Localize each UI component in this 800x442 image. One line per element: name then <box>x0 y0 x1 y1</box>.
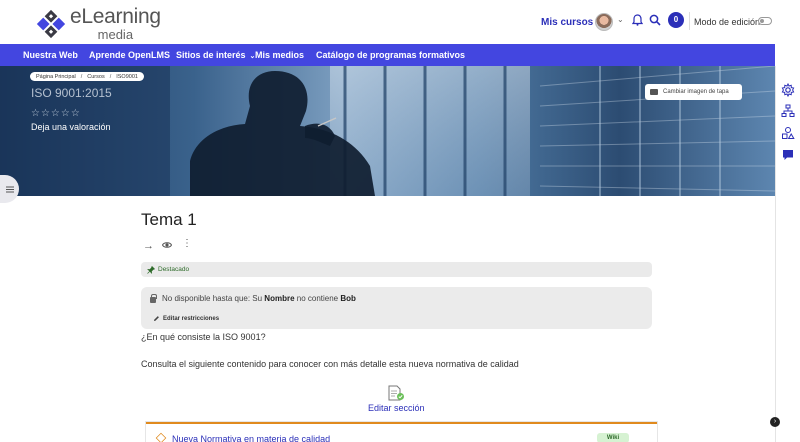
edit-mode-label: Modo de edición <box>694 17 761 27</box>
edit-restrictions-link[interactable]: Editar restricciones <box>153 315 219 322</box>
nav-item-mis-medios[interactable]: Mis medios <box>255 50 304 60</box>
page: eLearning media Mis cursos ⌄ 0 Modo de e… <box>0 0 800 442</box>
rate-course-link[interactable]: Deja una valoración <box>31 122 111 132</box>
shapes-icon[interactable] <box>781 126 795 140</box>
restriction-message: No disponible hasta que: Su Nombre no co… <box>162 294 356 303</box>
nav-item-catalogo[interactable]: Catálogo de programas formativos <box>316 50 465 60</box>
activity-title[interactable]: Nueva Normativa en materia de calidad <box>172 434 330 442</box>
breadcrumb-separator: / <box>109 73 112 80</box>
edit-restrictions-label: Editar restricciones <box>163 315 220 322</box>
lock-icon <box>150 293 157 303</box>
activity-type-badge: Wiki <box>597 433 629 442</box>
section-paragraph: Consulta el siguiente contenido para con… <box>141 359 519 369</box>
chevron-down-icon[interactable]: ⌄ <box>617 15 624 24</box>
breadcrumb: Página Principal / Cursos / ISO9001 <box>30 72 144 81</box>
edit-mode-toggle[interactable] <box>758 17 772 25</box>
pencil-icon <box>154 316 159 321</box>
breadcrumb-item[interactable]: Página Principal <box>36 74 76 80</box>
logo-sub-text: media <box>97 27 134 42</box>
featured-badge: Destacado <box>141 262 652 277</box>
my-courses-link[interactable]: Mis cursos <box>541 17 593 28</box>
wiki-icon <box>155 432 167 442</box>
eye-icon[interactable] <box>162 241 172 249</box>
nav-item-aprende-openlms[interactable]: Aprende OpenLMS <box>89 50 170 60</box>
course-header: Página Principal / Cursos / ISO9001 ISO … <box>0 66 775 196</box>
restriction-text: No disponible hasta que: Su Nombre no co… <box>150 293 356 303</box>
restriction-field: Nombre <box>264 294 295 303</box>
elearning-logo-icon <box>36 9 66 38</box>
breadcrumb-item[interactable]: ISO9001 <box>116 74 138 80</box>
edit-section-link[interactable]: Editar sección <box>368 403 425 413</box>
rating-stars: ☆☆☆☆☆ <box>31 108 81 119</box>
sitemap-icon[interactable] <box>781 104 795 118</box>
gear-icon[interactable] <box>781 83 795 97</box>
restriction-value: Bob <box>340 294 356 303</box>
list-icon <box>5 188 14 190</box>
more-options-icon[interactable]: ⋮ <box>182 239 192 249</box>
main-nav: Nuestra Web Aprende OpenLMS Sitios de in… <box>0 44 775 66</box>
restriction-prefix: No disponible hasta que: Su <box>162 294 265 303</box>
right-dock <box>775 66 800 442</box>
site-logo[interactable]: eLearning media <box>36 6 161 41</box>
breadcrumb-separator: / <box>80 73 83 80</box>
avatar[interactable] <box>595 13 613 31</box>
pin-icon <box>147 265 155 274</box>
camera-icon <box>650 89 658 95</box>
restriction-middle: no contiene <box>294 294 341 303</box>
change-cover-label: Cambiar imagen de tapa <box>663 89 729 95</box>
top-bar: eLearning media Mis cursos ⌄ 0 Modo de e… <box>0 0 800 44</box>
nav-item-nuestra-web[interactable]: Nuestra Web <box>23 50 78 60</box>
activity-card[interactable]: Nueva Normativa en materia de calidad Wi… <box>146 422 657 442</box>
featured-label: Destacado <box>158 266 190 273</box>
breadcrumb-item[interactable]: Cursos <box>87 74 104 80</box>
bell-icon[interactable] <box>632 14 643 26</box>
arrow-right-icon[interactable]: → <box>143 240 154 252</box>
restriction-box: No disponible hasta que: Su Nombre no co… <box>141 287 652 329</box>
divider <box>689 12 690 30</box>
messages-badge[interactable]: 0 <box>668 12 684 28</box>
dock-top <box>775 44 800 66</box>
nav-item-label: Sitios de interés <box>176 50 246 60</box>
logo-main-text: eLearning <box>70 5 161 28</box>
section-title: Tema 1 <box>141 210 197 229</box>
change-cover-button[interactable]: Cambiar imagen de tapa <box>645 84 742 100</box>
nav-item-sitios-de-interes[interactable]: Sitios de interés ⌄ <box>176 50 255 60</box>
chevron-right-icon[interactable]: › <box>770 417 780 427</box>
comment-icon[interactable] <box>781 148 795 162</box>
edit-document-icon[interactable] <box>387 385 405 402</box>
search-icon[interactable] <box>649 14 661 26</box>
course-title: ISO 9001:2015 <box>31 86 112 100</box>
section-paragraph: ¿En qué consiste la ISO 9001? <box>141 332 266 342</box>
